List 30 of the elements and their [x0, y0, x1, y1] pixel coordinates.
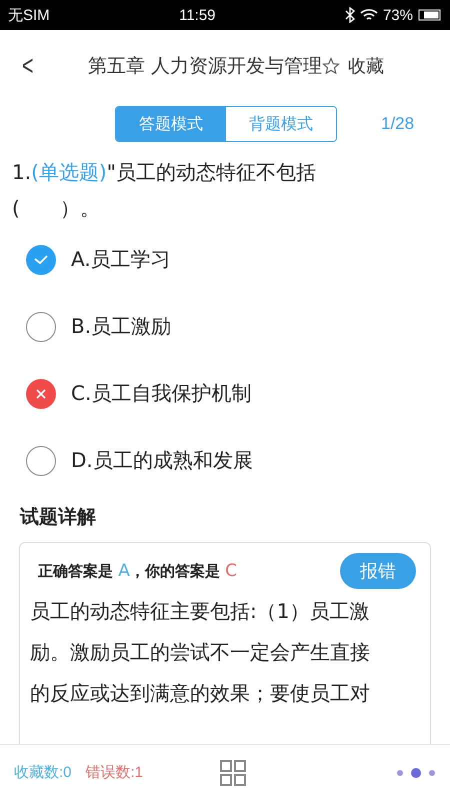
- explanation-text: 员工的动态特征主要包括:（1）员工激: [30, 598, 370, 625]
- check-icon[interactable]: [26, 244, 56, 274]
- battery-icon: [418, 9, 442, 21]
- carrier-text: 无SIM: [8, 6, 50, 24]
- answer-blank: ( ）。: [12, 195, 101, 222]
- answer-summary: 正确答案是 A，你的答案是 C: [38, 561, 237, 581]
- clock: 11:59: [179, 6, 216, 24]
- battery-percent: 73%: [382, 6, 413, 24]
- radio-button[interactable]: [26, 312, 56, 342]
- grid-icon[interactable]: [220, 760, 246, 786]
- errors-count: 错误数:1: [86, 763, 144, 782]
- option-label[interactable]: D.员工的成熟和发展: [71, 447, 253, 474]
- explanation-text: 的反应或达到满意的效果；要使员工对: [30, 680, 371, 707]
- radio-button[interactable]: [26, 446, 56, 476]
- section-heading: 试题详解: [18, 505, 97, 530]
- star-icon[interactable]: [322, 57, 340, 75]
- chapter-title: 第五章 人力资源开发与管理: [88, 54, 322, 79]
- cross-icon[interactable]: [26, 378, 56, 408]
- option-label[interactable]: A.员工学习: [71, 246, 171, 273]
- question-counter: 1/28: [381, 114, 414, 134]
- page-dots-icon: [396, 766, 436, 778]
- option-label[interactable]: C.员工自我保护机制: [71, 380, 252, 407]
- question-text: 1.(单选题)"员工的动态特征不包括: [12, 159, 317, 186]
- favorites-count: 收藏数:0: [14, 763, 72, 782]
- bluetooth-icon: [344, 7, 355, 23]
- favorite-button[interactable]: 收藏: [348, 54, 384, 78]
- wifi-icon: [360, 8, 378, 22]
- option-label[interactable]: B.员工激励: [71, 313, 172, 340]
- back-button[interactable]: <: [22, 50, 68, 82]
- explanation-text: 励。激励员工的尝试不一定会产生直接: [30, 639, 371, 666]
